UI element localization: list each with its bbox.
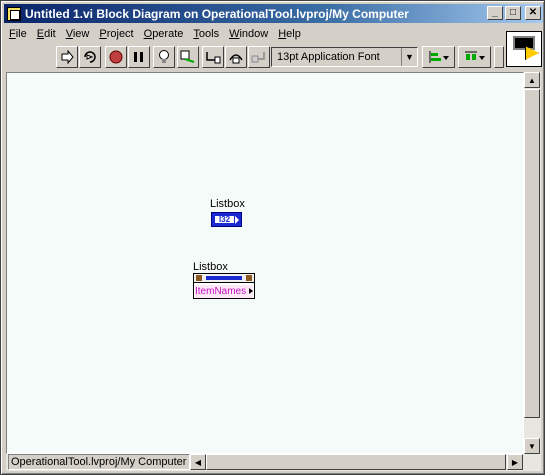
labview-app-icon [7,6,21,21]
font-selector-value: 13pt Application Font [277,51,380,63]
menu-bar: File Edit View Project Operate Tools Win… [4,25,504,43]
project-path: OperationalTool.lvproj/My Computer [8,454,190,470]
property-node[interactable]: ItemNames [193,273,255,299]
run-continuously-icon[interactable] [79,46,101,68]
highlight-execution-icon[interactable] [153,46,175,68]
window-title: Untitled 1.vi Block Diagram on Operation… [25,6,409,21]
property-node-header [194,274,254,283]
pause-icon[interactable] [128,46,150,68]
property-node-label: Listbox [193,261,228,273]
reference-in-icon [196,275,202,281]
scroll-up-button[interactable]: ▲ [524,72,540,88]
retain-wire-values-icon[interactable] [177,46,199,68]
menu-tools[interactable]: Tools [188,28,224,40]
property-arrow-icon [249,288,253,294]
step-out-icon[interactable] [248,46,270,68]
minimize-button[interactable]: _ [487,6,503,20]
menu-help[interactable]: Help [273,28,306,40]
block-diagram-window: Untitled 1.vi Block Diagram on Operation… [0,0,545,475]
listbox-terminal[interactable]: I32 [211,212,242,227]
scroll-left-button[interactable]: ◀ [190,454,206,470]
title-bar[interactable]: Untitled 1.vi Block Diagram on Operation… [4,4,543,23]
property-name: ItemNames [195,286,247,297]
vertical-scrollbar[interactable]: ▲ ▼ [524,72,541,454]
vertical-scroll-thumb[interactable] [524,89,540,418]
menu-project[interactable]: Project [94,28,138,40]
maximize-button[interactable]: □ [505,6,521,20]
scroll-right-button[interactable]: ▶ [507,454,523,470]
font-selector[interactable]: 13pt Application Font ▼ [271,47,418,67]
terminal-arrow-icon [235,216,239,224]
step-over-icon[interactable] [225,46,247,68]
close-button[interactable]: ✕ [525,6,541,20]
reference-out-icon [246,275,252,281]
scroll-down-button[interactable]: ▼ [524,438,540,454]
vi-icon-screen [513,36,535,50]
align-objects-icon[interactable] [422,46,455,68]
vi-icon[interactable] [506,31,542,67]
menu-view[interactable]: View [61,28,95,40]
abort-icon[interactable] [105,46,127,68]
terminal-type: I32 [214,215,235,224]
menu-file[interactable]: File [4,28,32,40]
terminal-label: Listbox [210,198,245,210]
menu-edit[interactable]: Edit [32,28,61,40]
horizontal-scroll-thumb[interactable] [206,454,506,470]
step-into-icon[interactable] [202,46,224,68]
chevron-down-icon: ▼ [401,48,417,66]
block-diagram-canvas[interactable]: Listbox I32 Listbox ItemNames [6,72,524,454]
menu-operate[interactable]: Operate [139,28,189,40]
run-arrow-icon[interactable] [56,46,78,68]
toolbar: 13pt Application Font ▼ [4,45,504,71]
distribute-objects-icon[interactable] [458,46,491,68]
listbox-class-icon [206,276,242,280]
horizontal-scroll-area: OperationalTool.lvproj/My Computer ◀ ▶ [6,454,541,471]
menu-window[interactable]: Window [224,28,273,40]
property-item[interactable]: ItemNames [195,285,253,298]
reorder-icon[interactable] [494,46,504,68]
